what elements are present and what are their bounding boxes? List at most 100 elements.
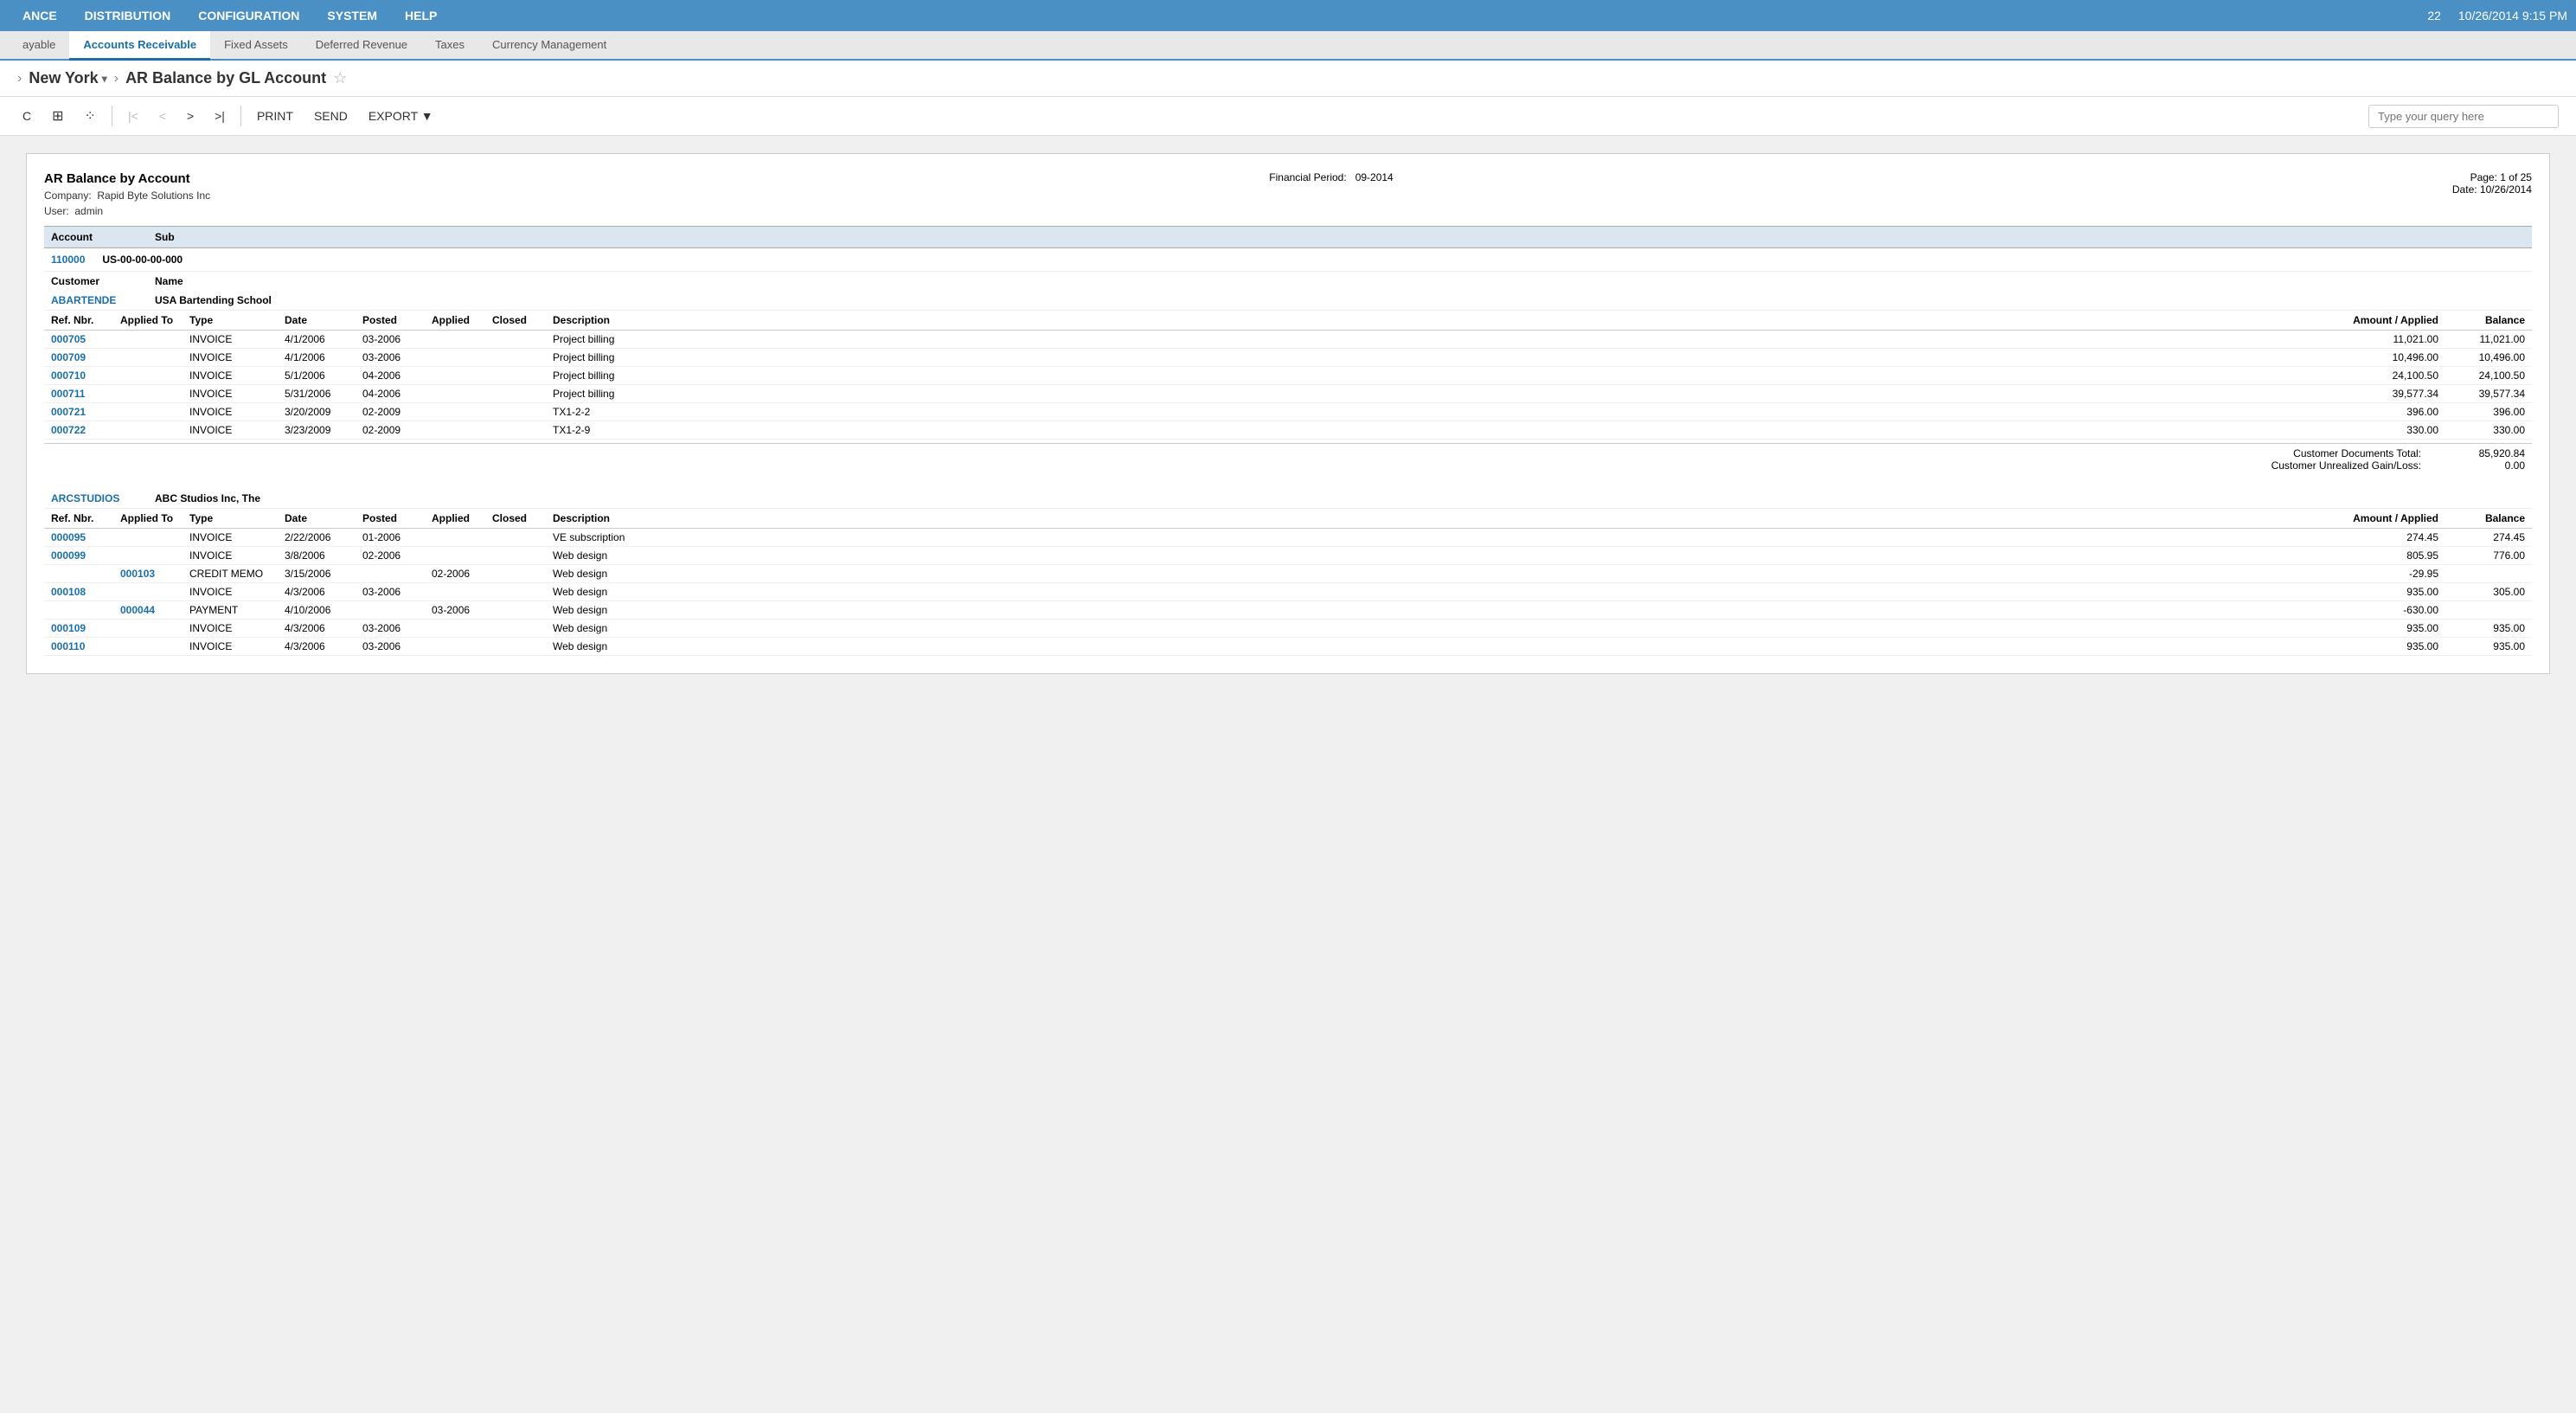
toolbar: C ⊞ ⁘ |< < > >| PRINT SEND EXPORT ▼ [0, 97, 2576, 136]
cell-date: 4/3/2006 [285, 586, 362, 598]
cell-appliedto [120, 369, 189, 382]
report-header-right: Page: 1 of 25 Date: 10/26/2014 [2452, 171, 2532, 217]
cell-applied [432, 531, 492, 543]
cell-appliedto [120, 640, 189, 652]
cell-closed [492, 549, 553, 562]
cell-refnbr[interactable]: 000710 [51, 369, 120, 382]
cell-amount: 396.00 [2326, 406, 2438, 418]
tab-currency-management[interactable]: Currency Management [478, 31, 620, 61]
cell-posted: 03-2006 [362, 640, 432, 652]
title-separator: › [114, 71, 119, 87]
next-page-button[interactable]: > [182, 106, 199, 126]
cell-balance: 776.00 [2438, 549, 2525, 562]
table-row: 000710 INVOICE 5/1/2006 04-2006 Project … [44, 367, 2532, 385]
ref-link[interactable]: 000109 [51, 622, 86, 634]
cell-refnbr[interactable]: 000109 [51, 622, 120, 634]
datetime-display: 10/26/2014 9:15 PM [2458, 9, 2567, 22]
cell-description: Project billing [553, 369, 2326, 382]
cell-refnbr[interactable]: 000721 [51, 406, 120, 418]
cell-refnbr[interactable]: 000108 [51, 586, 120, 598]
cell-appliedto[interactable]: 000103 [120, 568, 189, 580]
cell-appliedto [120, 424, 189, 436]
customer-id-abartende[interactable]: ABARTENDE [51, 294, 155, 306]
cell-posted: 04-2006 [362, 369, 432, 382]
tab-deferred-revenue[interactable]: Deferred Revenue [302, 31, 421, 61]
report-header: AR Balance by Account Company: Rapid Byt… [44, 171, 2532, 217]
cell-amount: 330.00 [2326, 424, 2438, 436]
cell-date: 5/1/2006 [285, 369, 362, 382]
nav-item-ance[interactable]: ANCE [9, 2, 71, 29]
tab-fixed-assets[interactable]: Fixed Assets [210, 31, 302, 61]
label-name: Name [155, 275, 2525, 287]
customer-id-arcstudios[interactable]: ARCSTUDIOS [51, 492, 155, 504]
grid-view-button[interactable]: ⊞ [47, 104, 68, 128]
report-container: AR Balance by Account Company: Rapid Byt… [26, 153, 2550, 674]
cell-refnbr[interactable]: 000709 [51, 351, 120, 363]
cell-amount: 10,496.00 [2326, 351, 2438, 363]
account-sub: US-00-00-00-000 [102, 254, 183, 266]
ref-link[interactable]: 000108 [51, 586, 86, 598]
customer-abartende: ABARTENDE USA Bartending School Ref. Nbr… [44, 291, 2532, 475]
print-button[interactable]: PRINT [252, 106, 298, 126]
cell-refnbr[interactable]: 000705 [51, 333, 120, 345]
table-row: 000722 INVOICE 3/23/2009 02-2009 TX1-2-9… [44, 421, 2532, 440]
cell-description: Web design [553, 586, 2326, 598]
cell-refnbr[interactable]: 000099 [51, 549, 120, 562]
cell-refnbr[interactable]: 000711 [51, 388, 120, 400]
applied-to-link[interactable]: 000103 [120, 568, 155, 580]
cell-refnbr[interactable]: 000722 [51, 424, 120, 436]
ref-link[interactable]: 000110 [51, 640, 85, 652]
toolbar-separator-2 [240, 106, 241, 126]
company-name-link[interactable]: New York ▾ [29, 69, 106, 87]
table-row: 000044 PAYMENT 4/10/2006 03-2006 Web des… [44, 601, 2532, 620]
ref-link[interactable]: 000705 [51, 333, 86, 345]
cell-refnbr[interactable]: 000095 [51, 531, 120, 543]
documents-total-label: Customer Documents Total: [2272, 447, 2421, 459]
cell-description: Project billing [553, 388, 2326, 400]
cell-date: 4/3/2006 [285, 622, 362, 634]
cell-amount: 935.00 [2326, 586, 2438, 598]
col-h-closed-arc: Closed [492, 512, 553, 524]
tab-accounts-receivable[interactable]: Accounts Receivable [69, 31, 210, 61]
cell-appliedto [120, 406, 189, 418]
nav-item-system[interactable]: SYSTEM [313, 2, 391, 29]
col-h-refnbr: Ref. Nbr. [51, 314, 120, 326]
account-id-link[interactable]: 110000 [51, 254, 85, 266]
favorite-star-icon[interactable]: ☆ [333, 69, 347, 87]
cell-appliedto[interactable]: 000044 [120, 604, 189, 616]
cell-refnbr[interactable]: 000110 [51, 640, 120, 652]
ref-link[interactable]: 000722 [51, 424, 86, 436]
nav-item-distribution[interactable]: DISTRIBUTION [71, 2, 185, 29]
col-h-amount: Amount / Applied [2326, 314, 2438, 326]
ref-link[interactable]: 000721 [51, 406, 86, 418]
ref-link[interactable]: 000709 [51, 351, 86, 363]
col-h-applied-arc: Applied [432, 512, 492, 524]
tab-payable[interactable]: ayable [9, 31, 69, 61]
page-title: AR Balance by GL Account [125, 69, 326, 87]
first-page-button[interactable]: |< [123, 106, 144, 126]
cell-posted: 02-2009 [362, 406, 432, 418]
cell-date: 4/10/2006 [285, 604, 362, 616]
applied-to-link[interactable]: 000044 [120, 604, 155, 616]
send-button[interactable]: SEND [309, 106, 353, 126]
prev-page-button[interactable]: < [154, 106, 171, 126]
cell-posted [362, 568, 432, 580]
tab-taxes[interactable]: Taxes [421, 31, 478, 61]
query-input[interactable] [2368, 105, 2559, 128]
table-col-headers-arcstudios: Ref. Nbr. Applied To Type Date Posted Ap… [44, 509, 2532, 529]
nav-item-configuration[interactable]: CONFIGURATION [184, 2, 313, 29]
settings-button[interactable]: ⁘ [80, 104, 101, 128]
ref-link[interactable]: 000710 [51, 369, 86, 382]
ref-link[interactable]: 000099 [51, 549, 86, 562]
cell-balance: 11,021.00 [2438, 333, 2525, 345]
last-page-button[interactable]: >| [209, 106, 230, 126]
nav-item-help[interactable]: HELP [391, 2, 451, 29]
cell-appliedto [120, 531, 189, 543]
cell-closed [492, 604, 553, 616]
refresh-button[interactable]: C [17, 106, 36, 126]
ref-link[interactable]: 000095 [51, 531, 86, 543]
cell-posted: 03-2006 [362, 622, 432, 634]
cell-closed [492, 369, 553, 382]
ref-link[interactable]: 000711 [51, 388, 85, 400]
export-button[interactable]: EXPORT ▼ [363, 106, 439, 126]
